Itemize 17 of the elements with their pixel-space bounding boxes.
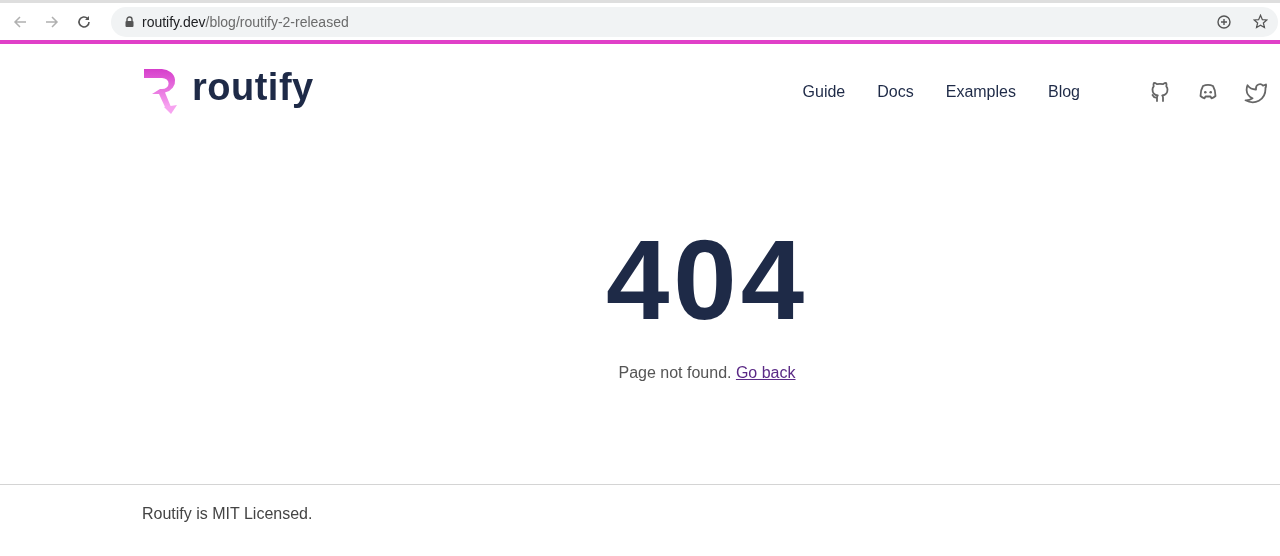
footer-text: Routify is MIT Licensed.	[142, 505, 313, 522]
error-message: Page not found.	[618, 364, 732, 381]
bird-icon[interactable]	[1244, 80, 1268, 104]
nav-link[interactable]: Blog	[1043, 79, 1084, 105]
address-bar[interactable]: routify.dev/blog/routify-2-released	[111, 6, 1278, 37]
lock-icon	[125, 16, 134, 27]
go-back-link[interactable]: Go back	[735, 364, 796, 381]
star-icon[interactable]	[1253, 14, 1268, 29]
nav-link[interactable]: Examples	[941, 79, 1020, 105]
url-text: routify.dev/blog/routify-2-released	[142, 13, 349, 30]
add-circle-icon[interactable]	[1217, 14, 1231, 29]
logo-icon[interactable]	[142, 67, 180, 115]
nav-link[interactable]: Docs	[873, 79, 918, 105]
error-code: 404	[605, 220, 809, 340]
nav-link[interactable]: Guide	[798, 79, 850, 105]
logo-text[interactable]: routify	[192, 65, 314, 109]
reload-icon[interactable]	[77, 14, 91, 29]
